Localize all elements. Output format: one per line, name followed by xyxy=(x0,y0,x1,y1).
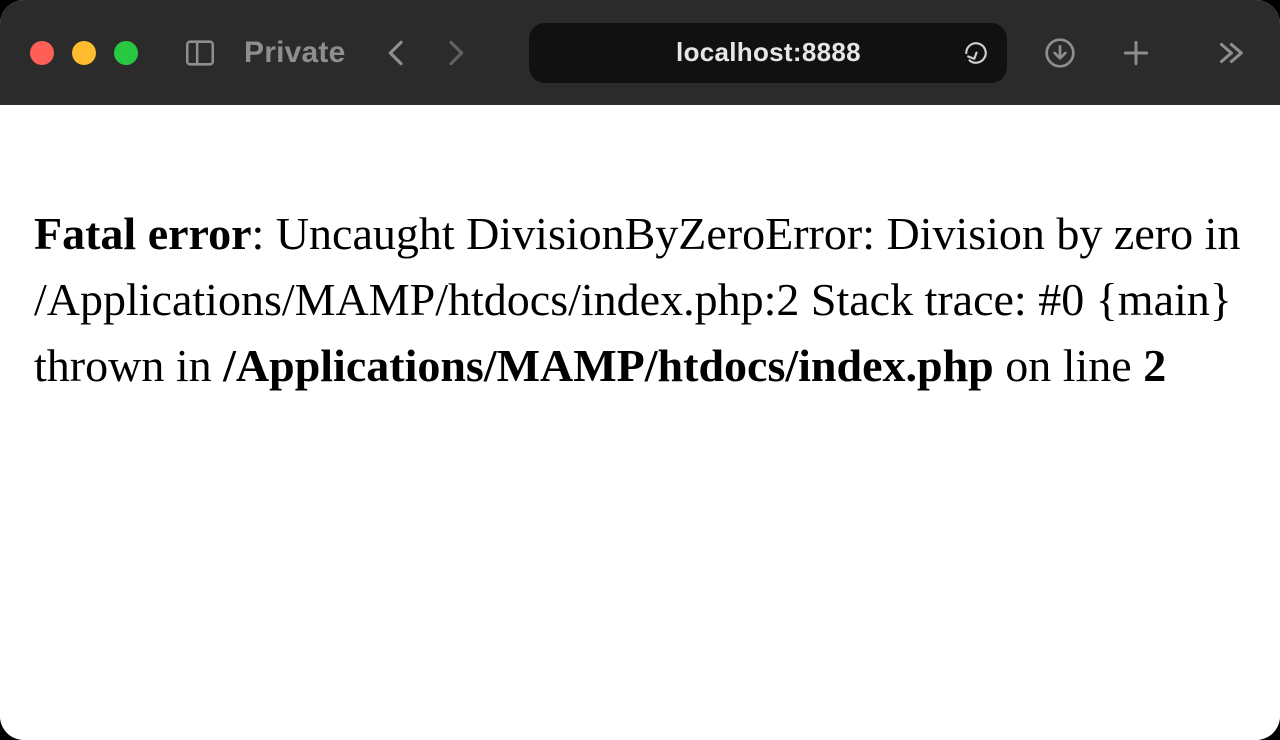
php-error-block: Fatal error: Uncaught DivisionByZeroErro… xyxy=(34,201,1246,400)
close-window-button[interactable] xyxy=(30,41,54,65)
error-connector: on line xyxy=(994,340,1143,391)
error-separator: : xyxy=(252,208,276,259)
reload-icon[interactable] xyxy=(963,40,989,66)
error-label: Fatal error xyxy=(34,208,252,259)
forward-button[interactable] xyxy=(439,37,471,69)
browser-window: Private localhost:8888 xyxy=(0,0,1280,740)
page-content: Fatal error: Uncaught DivisionByZeroErro… xyxy=(0,105,1280,740)
sidebar-toggle-icon[interactable] xyxy=(180,33,220,73)
minimize-window-button[interactable] xyxy=(72,41,96,65)
maximize-window-button[interactable] xyxy=(114,41,138,65)
address-bar[interactable]: localhost:8888 xyxy=(529,23,1007,83)
navigation-arrows xyxy=(381,37,471,69)
traffic-lights xyxy=(30,41,138,65)
private-browsing-label: Private xyxy=(244,36,345,70)
error-file-path: /Applications/MAMP/htdocs/index.php xyxy=(223,340,994,391)
overflow-icon[interactable] xyxy=(1210,33,1250,73)
url-text: localhost:8888 xyxy=(676,37,861,68)
back-button[interactable] xyxy=(381,37,413,69)
error-line-number: 2 xyxy=(1143,340,1166,391)
title-bar: Private localhost:8888 xyxy=(0,0,1280,105)
right-toolbar-cluster xyxy=(1040,33,1250,73)
downloads-icon[interactable] xyxy=(1040,33,1080,73)
new-tab-icon[interactable] xyxy=(1116,33,1156,73)
